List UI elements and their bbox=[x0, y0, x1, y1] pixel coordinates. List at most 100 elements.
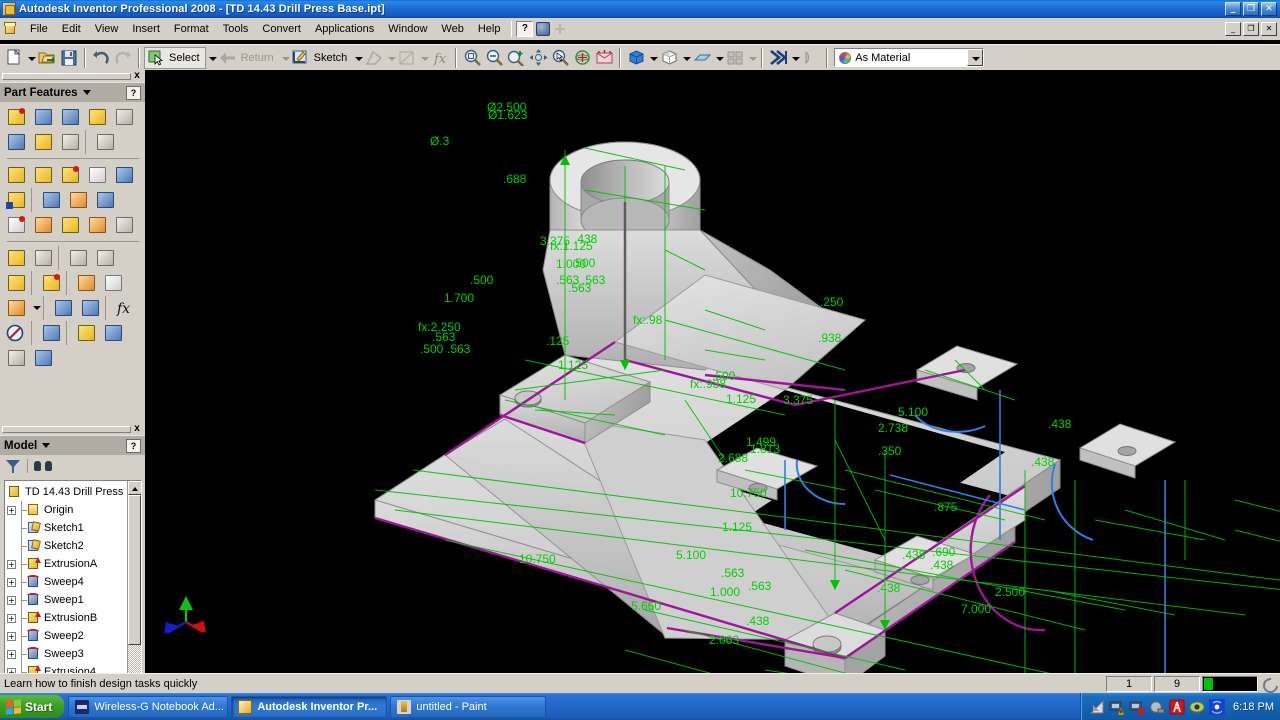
dimension-value[interactable]: .938 bbox=[818, 331, 842, 345]
ground-shadow-icon[interactable] bbox=[691, 47, 713, 69]
panel-help-icon[interactable]: ? bbox=[126, 85, 141, 100]
rectangular-pattern-tool[interactable] bbox=[65, 246, 91, 270]
select-tool-group[interactable]: Select bbox=[144, 46, 206, 69]
dimension-value[interactable]: .500 bbox=[572, 256, 596, 270]
model-drag-handle[interactable] bbox=[2, 425, 131, 433]
sweep-tool[interactable] bbox=[30, 130, 56, 154]
replace-face-tool[interactable] bbox=[30, 213, 56, 237]
material-dropdown-arrow[interactable] bbox=[967, 49, 984, 66]
display-icon[interactable] bbox=[1189, 699, 1205, 715]
dimension-value[interactable]: fx:1.125 bbox=[550, 239, 593, 253]
suppress-tool[interactable] bbox=[3, 321, 29, 345]
tree-expand-icon[interactable]: + bbox=[7, 577, 16, 587]
menu-item-window[interactable]: Window bbox=[381, 20, 434, 38]
revolve-tool[interactable] bbox=[30, 105, 56, 129]
tree-expand-icon[interactable]: + bbox=[7, 559, 16, 569]
extrude-tool[interactable] bbox=[3, 105, 29, 129]
make-part-tool[interactable] bbox=[77, 296, 103, 320]
dimension-value[interactable]: 1.813 bbox=[750, 442, 780, 456]
loft-tool[interactable] bbox=[3, 130, 29, 154]
combine-tool[interactable] bbox=[92, 188, 118, 212]
dimension-value[interactable]: .563 bbox=[447, 342, 471, 356]
save-disk-icon[interactable] bbox=[58, 47, 80, 69]
material-style-select[interactable]: As Material bbox=[834, 48, 985, 67]
dimension-value[interactable]: fx:.98 bbox=[633, 313, 663, 327]
menu-item-applications[interactable]: Applications bbox=[308, 20, 381, 38]
wireless-utility-icon[interactable] bbox=[1209, 698, 1226, 715]
filter-icon[interactable] bbox=[5, 459, 21, 474]
work-axis-tool[interactable] bbox=[30, 246, 56, 270]
point-tool[interactable] bbox=[3, 296, 29, 320]
3d-viewport[interactable]: Ø2.500 Ø1.623 Ø.3.688.438 3.375 fx:1.125 1.00… bbox=[145, 70, 1280, 673]
split-tool[interactable] bbox=[84, 163, 110, 187]
chamfer-tool[interactable] bbox=[30, 163, 56, 187]
dimension-value[interactable]: .563 bbox=[748, 579, 772, 593]
dimension-value[interactable]: 10.750 bbox=[730, 486, 767, 500]
model-panel-header[interactable]: Model ? bbox=[0, 435, 145, 455]
dimension-value[interactable]: .500 bbox=[712, 369, 736, 383]
decal-tool[interactable] bbox=[111, 213, 137, 237]
dimension-value[interactable]: Ø.3 bbox=[430, 134, 450, 148]
sketch-icon[interactable] bbox=[290, 47, 312, 69]
panel-close-icon[interactable]: x bbox=[131, 71, 143, 81]
tree-expand-icon[interactable]: + bbox=[7, 649, 16, 659]
panel-drag-handle[interactable] bbox=[2, 72, 131, 80]
new-document-icon[interactable] bbox=[3, 47, 25, 69]
open-folder-icon[interactable] bbox=[36, 47, 58, 69]
dimension-value[interactable]: 1.125 bbox=[726, 392, 756, 406]
dimension-value[interactable]: 7.000 bbox=[961, 602, 991, 616]
wireless-signal-icon[interactable] bbox=[1089, 699, 1105, 715]
dimension-value[interactable]: 2.063 bbox=[709, 633, 739, 647]
dimension-value[interactable]: .438 bbox=[1048, 417, 1072, 431]
dimension-value[interactable]: 1.000 bbox=[710, 585, 740, 599]
menu-item-edit[interactable]: Edit bbox=[55, 20, 88, 38]
tree-expand-icon[interactable]: + bbox=[7, 631, 16, 641]
menu-item-tools[interactable]: Tools bbox=[216, 20, 256, 38]
model-tree-item[interactable]: + Sweep3 bbox=[7, 645, 141, 663]
sculpt-tool[interactable] bbox=[57, 213, 83, 237]
tree-expand-icon[interactable]: + bbox=[7, 613, 16, 623]
rotate-icon[interactable] bbox=[571, 47, 593, 69]
dimension-value[interactable]: .350 bbox=[878, 444, 902, 458]
bolted-connection-tool[interactable] bbox=[3, 346, 29, 370]
copy-object-tool[interactable] bbox=[38, 188, 64, 212]
menu-item-help[interactable]: Help bbox=[471, 20, 508, 38]
dimension-value[interactable]: 5.100 bbox=[898, 405, 928, 419]
model-panel-grip[interactable]: x bbox=[0, 423, 145, 435]
maximize-button[interactable]: ❐ bbox=[1243, 2, 1259, 16]
minimize-button[interactable]: _ bbox=[1225, 2, 1241, 16]
dimension-value[interactable]: .563 bbox=[568, 281, 592, 295]
model-tree-item[interactable]: + ExtrusionB bbox=[7, 609, 141, 627]
menu-item-insert[interactable]: Insert bbox=[125, 20, 167, 38]
tree-expand-icon[interactable]: + bbox=[7, 595, 16, 605]
dimension-value[interactable]: 1.125 bbox=[558, 358, 588, 372]
model-tree-item[interactable]: Sketch2 bbox=[7, 537, 141, 555]
antivirus-shield-icon[interactable] bbox=[1169, 699, 1185, 715]
warning-network-icon[interactable] bbox=[1109, 699, 1125, 715]
shell-tool[interactable] bbox=[84, 105, 110, 129]
zoom-window-icon[interactable] bbox=[483, 47, 505, 69]
dimension-value[interactable]: .563 bbox=[721, 566, 745, 580]
menu-item-web[interactable]: Web bbox=[434, 20, 470, 38]
menu-item-file[interactable]: File bbox=[23, 20, 55, 38]
thread-tool[interactable] bbox=[92, 130, 118, 154]
dimension-value[interactable]: .500 bbox=[420, 342, 444, 356]
safely-remove-hardware-icon[interactable] bbox=[1149, 699, 1165, 715]
help-question-icon[interactable]: ? bbox=[516, 20, 534, 37]
orthographic-camera-icon[interactable] bbox=[658, 47, 680, 69]
menu-item-view[interactable]: View bbox=[88, 20, 126, 38]
measure-tool[interactable] bbox=[38, 321, 64, 345]
child-minimize-button[interactable]: _ bbox=[1225, 21, 1241, 36]
dimension-value[interactable]: 1.125 bbox=[722, 520, 752, 534]
sketch-tool-group[interactable]: Sketch bbox=[290, 47, 353, 69]
mirror-tool[interactable] bbox=[3, 271, 29, 295]
dimension-value[interactable]: .690 bbox=[932, 545, 956, 559]
chevron-down-icon[interactable] bbox=[82, 90, 91, 95]
dimension-value[interactable]: .438 bbox=[1031, 455, 1055, 469]
stitch-surface-tool[interactable] bbox=[100, 321, 126, 345]
model-tree-item[interactable]: + Sweep1 bbox=[7, 591, 141, 609]
dimension-value[interactable]: .438 bbox=[930, 558, 954, 572]
taskbar-item-inventor[interactable]: Autodesk Inventor Pr... bbox=[231, 695, 388, 718]
taskbar-item-paint[interactable]: untitled - Paint bbox=[390, 695, 547, 718]
part-features-header[interactable]: Part Features ? bbox=[0, 82, 145, 102]
